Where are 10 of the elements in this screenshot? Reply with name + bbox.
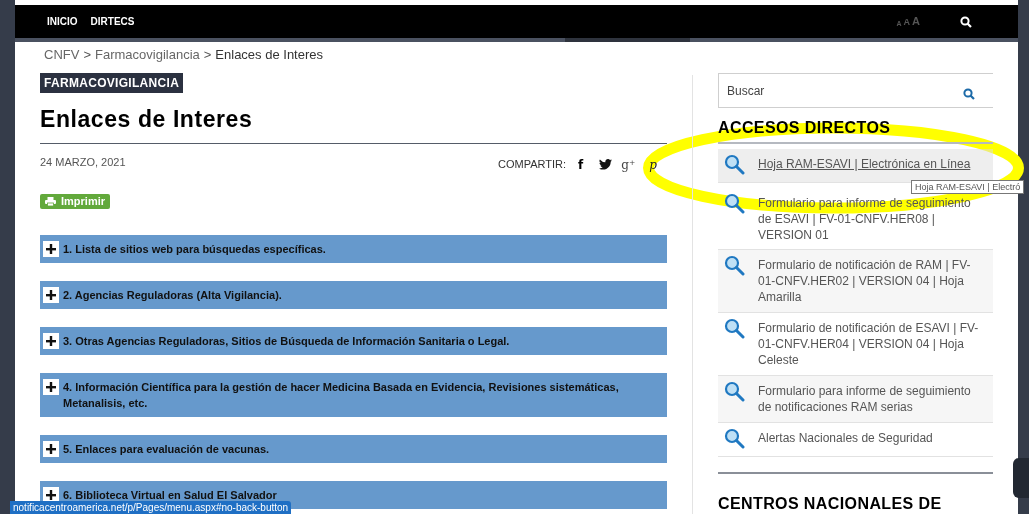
breadcrumb-current: Enlaces de Interes bbox=[215, 46, 324, 65]
breadcrumb-separator: > bbox=[83, 46, 91, 65]
breadcrumb-separator: > bbox=[203, 46, 212, 65]
share-label: COMPARTIR: bbox=[498, 157, 567, 173]
category-label: FARMACOVIGILANCIA bbox=[40, 73, 184, 93]
page-title: Enlaces de Interes bbox=[40, 105, 254, 133]
tooltip: Hoja RAM-ESAVI | Electró bbox=[911, 180, 1025, 194]
date-text: 24 MARZO, 2021 bbox=[40, 155, 126, 170]
link-url-tooltip: notificacentroamerica.net/p/Pages/menu.aspx#no-back-button bbox=[10, 501, 292, 514]
section-heading: CENTROS NACIONALES DE bbox=[718, 494, 943, 514]
